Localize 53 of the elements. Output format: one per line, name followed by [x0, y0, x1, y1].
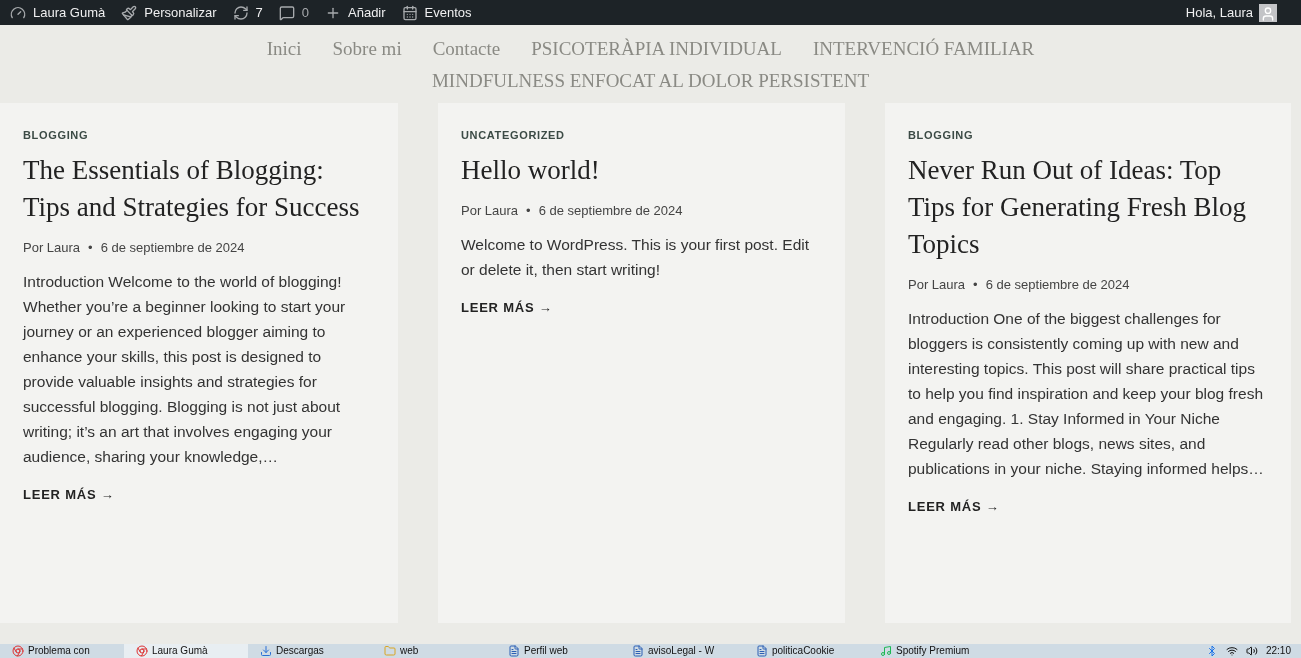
admin-bar-link[interactable]: Laura Gumà [10, 2, 106, 23]
post-category[interactable]: BLOGGING [23, 127, 374, 144]
post-date: 6 de septiembre de 2024 [985, 275, 1130, 294]
admin-bar-link[interactable]: Añadir [325, 2, 386, 23]
folder-icon [384, 645, 396, 657]
admin-bar-link[interactable]: 0 [278, 2, 309, 23]
post-title[interactable]: Never Run Out of Ideas: Top Tips for Generating Fresh Blog Topics [908, 151, 1267, 263]
document-icon [632, 645, 644, 657]
taskbar-button[interactable]: Problema con [0, 644, 124, 658]
post-date: 6 de septiembre de 2024 [538, 201, 683, 220]
network-icon[interactable] [1225, 645, 1238, 657]
post-excerpt: Introduction One of the biggest challenges for bloggers is consistently coming up with new and interesting topics. This post will share practical tips to help you find inspiration and keep your blog fresh and engaging. 1. Stay Informed in Your Niche Regularly read other blogs, news sites, and publications in your niche. Staying informed helps… [908, 309, 1265, 479]
read-more-link[interactable]: LEER MÁS → [461, 298, 821, 318]
separator-dot: • [88, 238, 93, 257]
download-icon [260, 645, 272, 657]
post-category[interactable]: UNCATEGORIZED [461, 127, 821, 144]
read-more-link[interactable]: LEER MÁS → [23, 485, 374, 505]
admin-bar-link[interactable]: 7 [232, 2, 263, 23]
post-title[interactable]: Hello world! [461, 151, 821, 189]
clock[interactable]: 22:10 [1265, 645, 1291, 657]
admin-bar-link[interactable]: Eventos [401, 2, 472, 23]
music-icon [880, 645, 892, 657]
post-date: 6 de septiembre de 2024 [100, 238, 245, 257]
separator-dot: • [973, 275, 978, 294]
greeting-link[interactable]: Hola, Laura [1185, 2, 1253, 23]
volume-icon[interactable] [1245, 645, 1258, 657]
avatar-icon [1259, 3, 1277, 22]
taskbar-button[interactable]: Descargas [248, 644, 372, 658]
taskbar-button[interactable]: web [372, 644, 496, 658]
post-excerpt: Welcome to WordPress. This is your first post. Edit or delete it, then start writing! [461, 235, 810, 280]
post-author[interactable]: Por Laura [461, 200, 519, 220]
taskbar-button[interactable]: Spotify Premium [868, 644, 992, 658]
post-author[interactable]: Por Laura [908, 274, 966, 294]
post-author[interactable]: Por Laura [23, 237, 81, 257]
taskbar-button[interactable]: Perfil web [496, 644, 620, 658]
taskbar-button[interactable]: avisoLegal - W [620, 644, 744, 658]
document-icon [508, 645, 520, 657]
refresh-icon [232, 4, 249, 21]
taskbar-button[interactable]: Laura Gumà [124, 644, 248, 658]
taskbar-button[interactable]: politicaCookie [744, 644, 868, 658]
post-title[interactable]: The Essentials of Blogging: Tips and Strategies for Success [23, 151, 374, 226]
read-more-link[interactable]: LEER MÁS → [908, 497, 1267, 517]
calendar-icon [401, 4, 418, 21]
admin-bar-link[interactable]: Personalizar [121, 2, 217, 23]
paintbrush-icon [121, 4, 138, 21]
browser-icon [12, 645, 24, 657]
post-excerpt: Introduction Welcome to the world of blogging! Whether you’re a beginner looking to start your journey or an experienced blogger aiming to enhance your skills, this post is designed to provide valuable insights and strategies for successful blogging. Blogging is not just about writing; it’s an art that involves engaging your audience, sharing your knowledge,… [23, 272, 347, 467]
comment-icon [278, 4, 295, 21]
gauge-icon [10, 4, 26, 21]
browser-icon [136, 645, 148, 657]
separator-dot: • [526, 201, 531, 220]
post-category[interactable]: BLOGGING [908, 127, 1267, 144]
document-icon [756, 645, 768, 657]
